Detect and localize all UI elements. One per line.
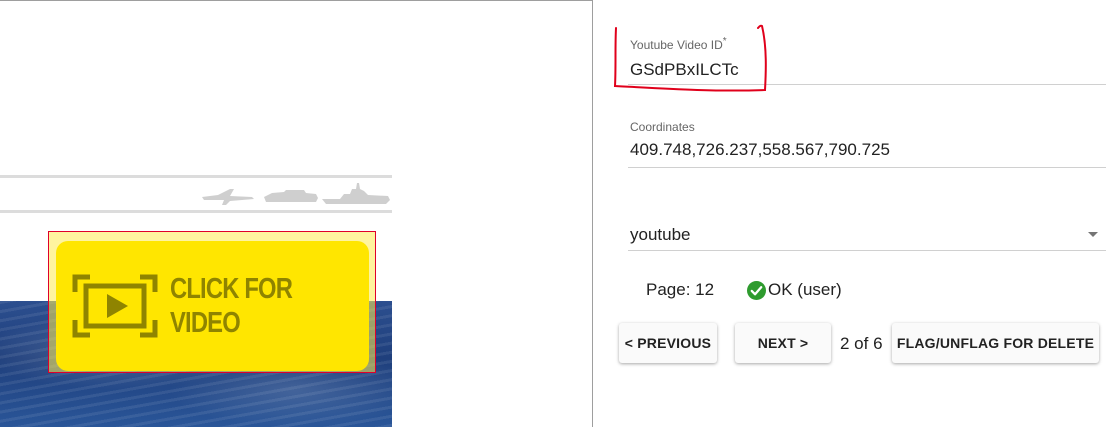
- type-select-underline: [628, 250, 1106, 251]
- video-text-line1: CLICK FOR: [170, 273, 293, 305]
- vehicle-silhouettes-graphic: [202, 183, 390, 205]
- youtube-id-field[interactable]: Youtube Video ID* GSdPBxILCTc: [630, 36, 1106, 80]
- required-mark: *: [722, 36, 727, 47]
- dropdown-arrow-icon[interactable]: [1088, 232, 1098, 237]
- type-select[interactable]: youtube: [630, 225, 691, 245]
- video-text-line2: VIDEO: [170, 307, 241, 339]
- coordinates-input[interactable]: 409.748,726.237,558.567,790.725: [630, 140, 1106, 160]
- youtube-id-label: Youtube Video ID*: [630, 36, 727, 52]
- previous-button[interactable]: < PREVIOUS: [619, 323, 717, 363]
- video-play-icon: [72, 274, 158, 338]
- coordinates-field[interactable]: Coordinates 409.748,726.237,558.567,790.…: [630, 120, 1106, 160]
- record-position-text: 2 of 6: [840, 334, 883, 353]
- youtube-id-underline: [628, 84, 1106, 85]
- divider-line: [0, 210, 392, 213]
- coordinates-label: Coordinates: [630, 120, 695, 134]
- check-circle-icon: [747, 281, 766, 300]
- next-button[interactable]: NEXT >: [735, 323, 831, 363]
- coordinates-underline: [628, 167, 1106, 168]
- status-ok-text: OK (user): [768, 280, 842, 299]
- page-number-text: Page: 12: [646, 280, 715, 299]
- click-for-video-text: CLICK FOR VIDEO: [170, 272, 293, 340]
- youtube-id-input[interactable]: GSdPBxILCTc: [630, 60, 1106, 80]
- flag-unflag-delete-button[interactable]: FLAG/UNFLAG FOR DELETE: [892, 323, 1099, 363]
